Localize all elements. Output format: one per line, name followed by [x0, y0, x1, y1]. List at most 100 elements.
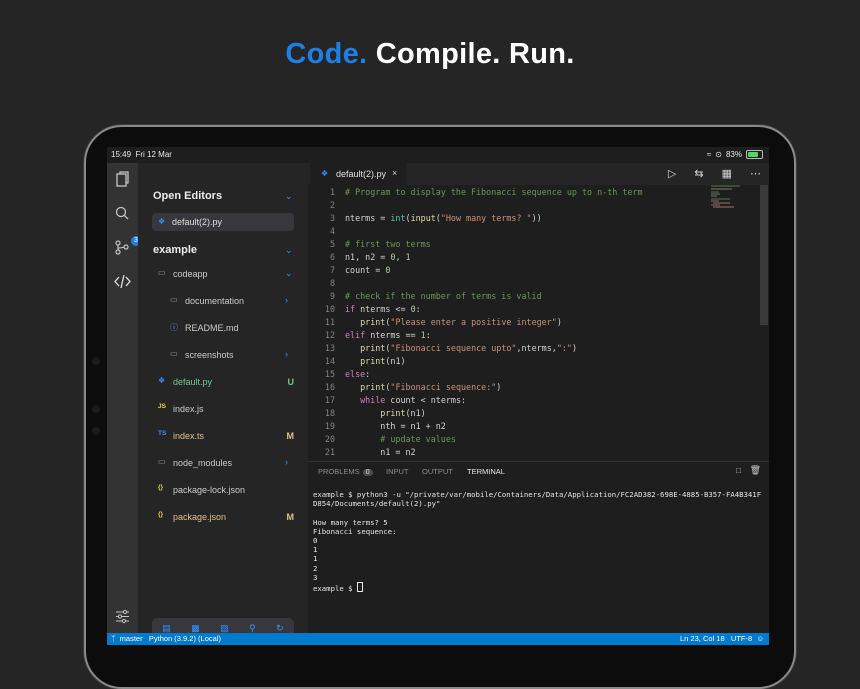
refresh-icon[interactable]: ↻: [276, 623, 284, 634]
tab-output[interactable]: OUTPUT: [422, 467, 453, 476]
swap-icon[interactable]: ⇆: [694, 167, 703, 180]
code-icon[interactable]: [114, 273, 131, 290]
tree-item-label: node_modules: [173, 458, 233, 468]
terminal-line: D854/Documents/default(2).py": [313, 499, 441, 509]
headline-accent: Code.: [285, 38, 368, 70]
activity-bar: 3: [107, 163, 141, 633]
open-editor-item[interactable]: ❖ default(2).py: [152, 213, 294, 231]
ts-icon: TS: [158, 430, 167, 437]
more-icon[interactable]: ⋯: [750, 167, 761, 180]
tree-item-label: README.md: [185, 323, 239, 333]
search-icon[interactable]: [114, 205, 131, 222]
chevron-down-icon[interactable]: ⌄: [285, 191, 293, 202]
python-icon: ❖: [158, 376, 166, 385]
folder-icon: ▭: [170, 349, 178, 358]
js-icon: JS: [158, 403, 166, 410]
open-editor-label: default(2).py: [172, 217, 223, 227]
tree-item-default-py[interactable]: ❖ default.py U: [138, 372, 308, 392]
code-line: print(n1): [360, 356, 406, 366]
branch-name[interactable]: master: [120, 634, 143, 643]
tree-item-readme-md[interactable]: ⓘ README.md: [138, 318, 308, 338]
camera-dot: [92, 357, 100, 365]
line-number: 15: [324, 369, 335, 379]
git-status-badge: M: [286, 431, 295, 441]
line-number: 10: [324, 304, 335, 314]
new-folder-icon[interactable]: ▩: [191, 623, 200, 634]
line-number: 4: [329, 226, 335, 236]
chevron-down-icon[interactable]: ⌄: [285, 268, 293, 279]
tree-item-package-json[interactable]: {} package.json M: [138, 507, 308, 527]
tree-item-label: index.ts: [173, 431, 205, 441]
terminal-prompt: example $: [313, 584, 357, 594]
source-control-icon[interactable]: 3: [114, 236, 141, 256]
status-bar: ᛉ master Python (3.9.2) (Local) Ln 23, C…: [107, 633, 769, 645]
maximize-icon[interactable]: □: [736, 466, 741, 475]
json-icon: {}: [158, 484, 164, 491]
settings-icon[interactable]: [114, 608, 131, 625]
json-icon: {}: [158, 511, 164, 518]
line-number: 14: [324, 356, 335, 366]
editor-area: ❖ default(2).py × ▷ ⇆ ▦ ⋯ 1 2 3 4 5 6 7 8 9 10 11 1…: [308, 163, 769, 634]
code-line: if nterms <= 0:: [345, 304, 421, 314]
trash-icon[interactable]: 🗑: [750, 465, 761, 476]
tree-item-index-ts[interactable]: TS index.ts M: [138, 426, 308, 446]
project-title[interactable]: example: [153, 244, 197, 256]
battery-percent: 83%: [725, 150, 742, 159]
code-line: count = 0: [345, 265, 391, 275]
tab-input[interactable]: INPUT: [386, 467, 409, 476]
headline: Code. Compile. Run.: [0, 38, 860, 71]
headline-rest: Compile. Run.: [367, 38, 575, 70]
python-icon: ❖: [158, 217, 166, 226]
tree-item-package-lock-json[interactable]: {} package-lock.json: [138, 480, 308, 500]
folder-icon: ▭: [158, 457, 166, 466]
code-line: # Program to display the Fibonacci seque…: [345, 187, 643, 197]
line-number: 19: [324, 421, 335, 431]
editor-scrollbar[interactable]: [760, 185, 768, 325]
status-left[interactable]: ᛉ master Python (3.9.2) (Local): [111, 634, 221, 643]
tab-default-py[interactable]: ❖ default(2).py ×: [310, 163, 406, 185]
minimap[interactable]: [710, 185, 760, 209]
explorer-icon[interactable]: [114, 171, 131, 188]
tree-item-screenshots[interactable]: ▭ screenshots ›: [138, 345, 308, 365]
terminal-line: 3: [313, 572, 318, 582]
line-number: 2: [329, 200, 335, 210]
preview-icon[interactable]: ▦: [722, 167, 732, 180]
new-file-icon[interactable]: ▤: [162, 623, 171, 634]
folder-icon: ▭: [170, 295, 178, 304]
code-line: print("Please enter a positive integer"): [360, 317, 562, 327]
chevron-down-icon[interactable]: ⌄: [285, 245, 293, 256]
tab-problems[interactable]: PROBLEMS 0: [318, 467, 373, 476]
ipad-screen: 15:49 Fri 12 Mar ≈ ⊙ 83% 3 Open Editors …: [107, 147, 769, 645]
tree-item-label: package.json: [173, 512, 227, 522]
terminal-output[interactable]: example $ python3 -u "/private/var/mobil…: [313, 490, 763, 593]
encoding[interactable]: UTF-8: [731, 634, 752, 643]
code-line: n1, n2 = 0, 1: [345, 252, 411, 262]
code-editor[interactable]: 12345678910111213141516171819202122 # Pr…: [308, 185, 708, 461]
tree-item-documentation[interactable]: ▭ documentation ›: [138, 291, 308, 311]
search-files-icon[interactable]: ⚲: [249, 623, 256, 634]
tree-item-label: index.js: [173, 404, 204, 414]
code-line: elif nterms == 1:: [345, 330, 431, 340]
chevron-right-icon[interactable]: ›: [285, 457, 288, 467]
close-icon[interactable]: ×: [392, 168, 397, 178]
open-folder-icon[interactable]: ▨: [220, 623, 229, 634]
tree-item-node-modules[interactable]: ▭ node_modules ›: [138, 453, 308, 473]
feedback-icon[interactable]: ☺: [756, 634, 764, 643]
line-number: 1: [329, 187, 335, 197]
chevron-right-icon[interactable]: ›: [285, 349, 288, 359]
tree-item-index-js[interactable]: JS index.js: [138, 399, 308, 419]
chevron-right-icon[interactable]: ›: [285, 295, 288, 305]
run-icon[interactable]: ▷: [668, 167, 676, 180]
camera-dot: [92, 405, 100, 413]
open-editors-title[interactable]: Open Editors: [153, 190, 222, 202]
line-number: 6: [329, 252, 335, 262]
line-number: 13: [324, 343, 335, 353]
code-line: print("Fibonacci sequence upto",nterms,"…: [360, 343, 577, 353]
tree-item-codeapp[interactable]: ▭ codeapp ⌄: [138, 264, 308, 284]
tab-bar: ❖ default(2).py × ▷ ⇆ ▦ ⋯: [308, 163, 769, 185]
cursor-position[interactable]: Ln 23, Col 18: [680, 634, 725, 643]
code-line: # first two terms: [345, 239, 431, 249]
interpreter-name[interactable]: Python (3.9.2) (Local): [149, 634, 221, 643]
orientation-lock-icon: ⊙: [715, 150, 722, 159]
tab-terminal[interactable]: TERMINAL: [467, 467, 505, 476]
